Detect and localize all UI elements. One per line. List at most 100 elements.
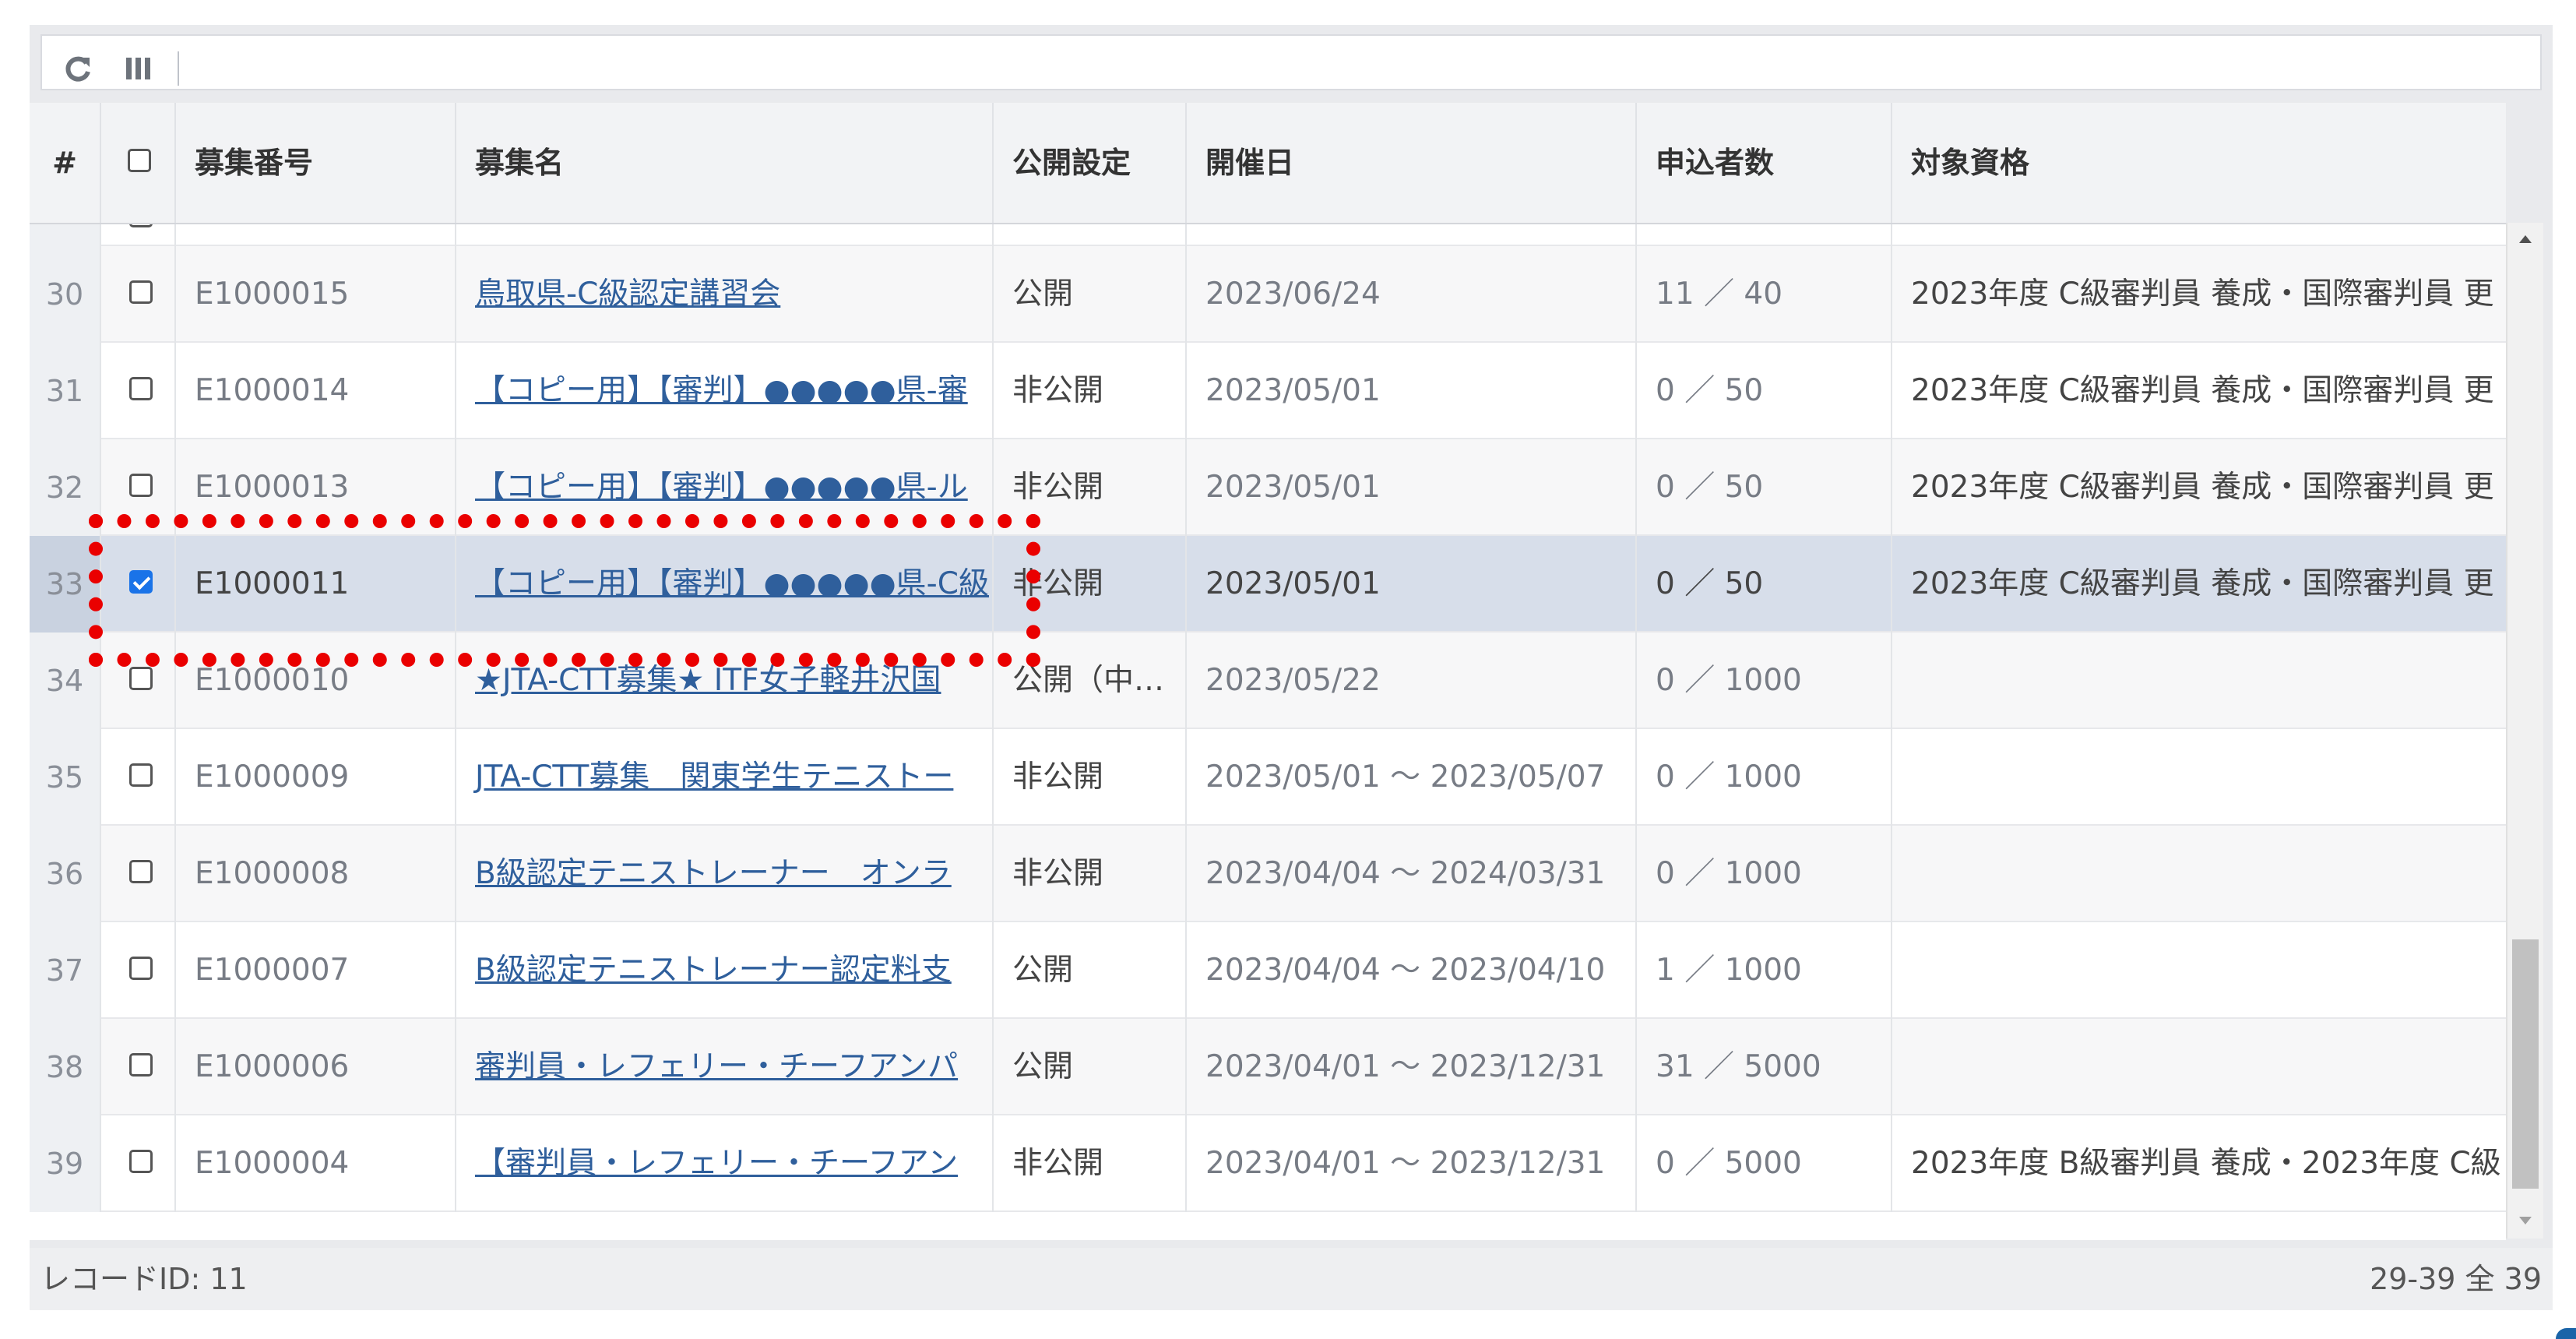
publish-status: 非公開	[994, 1115, 1187, 1212]
select-all-checkbox[interactable]	[128, 149, 151, 172]
recruit-name-link[interactable]: JTA-CTT募集 関東学生テニストー	[456, 729, 994, 826]
row-number: 31	[30, 343, 101, 439]
table-row[interactable]: 39 E1000004 【審判員・レフェリー・チーフアン 非公開 2023/04…	[30, 1115, 2506, 1212]
recruit-name-link[interactable]: 【コピー用】【審判】●●●●●県-審	[456, 343, 994, 439]
row-number: 39	[30, 1115, 101, 1212]
event-date: 2023/05/01 〜 2023/05/07	[1187, 729, 1637, 826]
recruit-name-link[interactable]: 【審判員・レフェリー・チーフアン	[456, 1115, 994, 1212]
row-number: 38	[30, 1019, 101, 1115]
target-qualification: 2023年度 C級審判員 養成・国際審判員 更	[1911, 470, 2494, 505]
recruit-number: E1000014	[176, 343, 456, 439]
row-select-cell[interactable]	[101, 1019, 176, 1115]
target-qualification	[1892, 826, 2506, 922]
recruit-name-link[interactable]: B級認定テニストレーナー認定料支	[456, 922, 994, 1019]
recruit-number: E1000015	[176, 246, 456, 343]
event-date: 2023/05/01	[1187, 343, 1637, 439]
applicant-count: 0 ／ 1000	[1637, 633, 1892, 729]
target-qualification	[1892, 633, 2506, 729]
target-qualification: 2023年度 B級審判員 養成・2023年度 C級	[1911, 1146, 2501, 1181]
refresh-icon[interactable]	[62, 53, 93, 84]
recruit-name-link[interactable]: 審判員・レフェリー・チーフアンパ	[456, 1019, 994, 1115]
recruit-name-link[interactable]: B級認定テニストレーナー オンラ	[456, 826, 994, 922]
highlight-annotation	[89, 514, 1040, 667]
row-checkbox[interactable]	[129, 667, 153, 690]
event-date: 2023/06/24	[1187, 246, 1637, 343]
publish-status: 非公開	[994, 343, 1187, 439]
event-date: 2023/04/01 〜 2023/12/31	[1187, 1115, 1637, 1212]
applicant-count: 0 ／ 50	[1637, 536, 1892, 633]
row-checkbox[interactable]	[129, 763, 153, 787]
applicant-count: 1 ／ 1000	[1637, 922, 1892, 1019]
row-checkbox[interactable]	[129, 377, 153, 400]
applicant-count: 0 ／ 50	[1637, 343, 1892, 439]
row-checkbox[interactable]	[129, 1150, 153, 1173]
record-range-label: 29-39 全 39	[2370, 1262, 2542, 1296]
applicant-count: 11 ／ 40	[1637, 246, 1892, 343]
target-qualification: 2023年度 C級審判員 養成・国際審判員 更	[1911, 566, 2494, 601]
recruit-number: E1000004	[176, 1115, 456, 1212]
scroll-up-icon[interactable]	[2517, 231, 2534, 248]
event-date: 2023/04/04 〜 2023/04/10	[1187, 922, 1637, 1019]
corner-decoration	[2556, 1328, 2576, 1339]
publish-status: 非公開	[994, 729, 1187, 826]
grid-table: # 募集番号 募集名 公開設定 開催日 申込者数 対象資格 29 E100001…	[30, 103, 2506, 1240]
event-date: 2023/04/04 〜 2024/03/31	[1187, 826, 1637, 922]
applicant-count: 0 ／ 1000	[1637, 729, 1892, 826]
header-row-number: #	[30, 103, 101, 223]
row-checkbox[interactable]	[129, 474, 153, 497]
row-select-cell[interactable]	[101, 246, 176, 343]
event-date: 2023/05/01	[1187, 536, 1637, 633]
vertical-scroll-thumb[interactable]	[2512, 939, 2539, 1189]
applicant-count: 0 ／ 1000	[1637, 826, 1892, 922]
row-number: 36	[30, 826, 101, 922]
recruit-name-link[interactable]: 鳥取県-C級認定講習会	[456, 246, 994, 343]
header-event-date[interactable]: 開催日	[1187, 103, 1637, 223]
publish-status: 非公開	[994, 826, 1187, 922]
target-qualification	[1892, 922, 2506, 1019]
header-recruit-name[interactable]: 募集名	[456, 103, 994, 223]
columns-icon[interactable]	[123, 53, 154, 84]
data-grid: # 募集番号 募集名 公開設定 開催日 申込者数 対象資格 29 E100001…	[30, 25, 2553, 1310]
event-date: 2023/05/22	[1187, 633, 1637, 729]
table-row[interactable]: 31 E1000014 【コピー用】【審判】●●●●●県-審 非公開 2023/…	[30, 343, 2506, 439]
table-row[interactable]: 37 E1000007 B級認定テニストレーナー認定料支 公開 2023/04/…	[30, 922, 2506, 1019]
publish-status: 公開	[994, 922, 1187, 1019]
header-applicants[interactable]: 申込者数	[1637, 103, 1892, 223]
applicant-count: 0 ／ 50	[1637, 439, 1892, 536]
table-row[interactable]: 35 E1000009 JTA-CTT募集 関東学生テニストー 非公開 2023…	[30, 729, 2506, 826]
recruit-number: E1000006	[176, 1019, 456, 1115]
row-number: 37	[30, 922, 101, 1019]
grid-toolbar	[30, 25, 2553, 100]
row-checkbox[interactable]	[129, 1053, 153, 1076]
toolbar-search-box	[40, 34, 2542, 90]
row-checkbox[interactable]	[129, 280, 153, 304]
row-select-cell[interactable]	[101, 826, 176, 922]
row-select-cell[interactable]	[101, 343, 176, 439]
table-row[interactable]: 36 E1000008 B級認定テニストレーナー オンラ 非公開 2023/04…	[30, 826, 2506, 922]
row-checkbox[interactable]	[129, 957, 153, 980]
header-recruit-number[interactable]: 募集番号	[176, 103, 456, 223]
event-date: 2023/05/01	[1187, 439, 1637, 536]
applicant-count: 31 ／ 5000	[1637, 1019, 1892, 1115]
header-row: # 募集番号 募集名 公開設定 開催日 申込者数 対象資格	[30, 103, 2506, 224]
row-checkbox[interactable]	[129, 860, 153, 883]
table-row[interactable]: 38 E1000006 審判員・レフェリー・チーフアンパ 公開 2023/04/…	[30, 1019, 2506, 1115]
publish-status: 公開	[994, 246, 1187, 343]
header-select-all[interactable]	[101, 103, 176, 223]
vertical-scrollbar[interactable]	[2506, 223, 2543, 1239]
table-row[interactable]: 30 E1000015 鳥取県-C級認定講習会 公開 2023/06/24 11…	[30, 246, 2506, 343]
row-select-cell[interactable]	[101, 922, 176, 1019]
scroll-down-icon[interactable]	[2517, 1212, 2534, 1229]
event-date: 2023/04/01 〜 2023/12/31	[1187, 1019, 1637, 1115]
recruit-number: E1000007	[176, 922, 456, 1019]
publish-status: 公開	[994, 1019, 1187, 1115]
header-publish-setting[interactable]: 公開設定	[994, 103, 1187, 223]
applicant-count: 0 ／ 5000	[1637, 1115, 1892, 1212]
toolbar-search-input[interactable]	[190, 42, 2521, 84]
row-select-cell[interactable]	[101, 729, 176, 826]
target-qualification	[1892, 729, 2506, 826]
header-qualification[interactable]: 対象資格	[1892, 103, 2506, 223]
row-select-cell[interactable]	[101, 1115, 176, 1212]
toolbar-divider	[178, 51, 179, 86]
target-qualification	[1892, 1019, 2506, 1115]
